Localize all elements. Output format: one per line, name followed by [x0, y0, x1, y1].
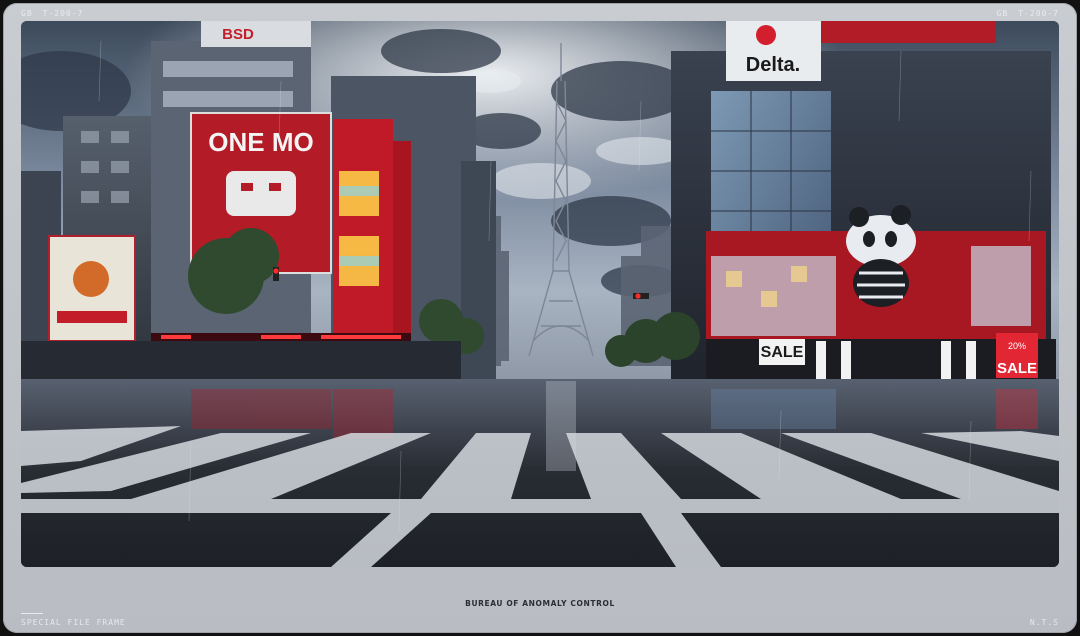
billboard-one-mo: ONE MO [208, 127, 313, 157]
frame-header-right: GB T-200-7 [997, 9, 1059, 18]
footer-rule [21, 613, 43, 614]
file-frame: GB T-200-7 GB T-200-7 ONE MO BSD Delta. … [3, 3, 1077, 633]
frame-code-left: GB [21, 9, 33, 18]
billboard-sale-right: SALE [997, 360, 1037, 377]
frame-footer-left: SPECIAL FILE FRAME [21, 613, 126, 627]
panda-statue [846, 205, 916, 307]
frame-footer-right: N.T.S [1029, 618, 1059, 627]
frame-code-right: GB [996, 9, 1009, 18]
frame-footer-left-label: SPECIAL FILE FRAME [21, 618, 126, 627]
billboard-bsd: BSD [222, 26, 254, 43]
frame-caption: BUREAU OF ANOMALY CONTROL [465, 599, 615, 608]
frame-id-left: T-200-7 [42, 9, 84, 18]
billboard-delta: Delta. [746, 54, 800, 76]
billboard-percent: 20% [1008, 341, 1026, 351]
billboard-sale-left: SALE [761, 344, 804, 361]
scene-viewport: ONE MO BSD Delta. SALE SALE 20% [21, 21, 1059, 567]
frame-header-left: GB T-200-7 [21, 9, 93, 18]
frame-id-right: T-200-7 [1018, 9, 1059, 18]
city-street-scene: ONE MO BSD Delta. SALE SALE 20% [21, 21, 1059, 567]
